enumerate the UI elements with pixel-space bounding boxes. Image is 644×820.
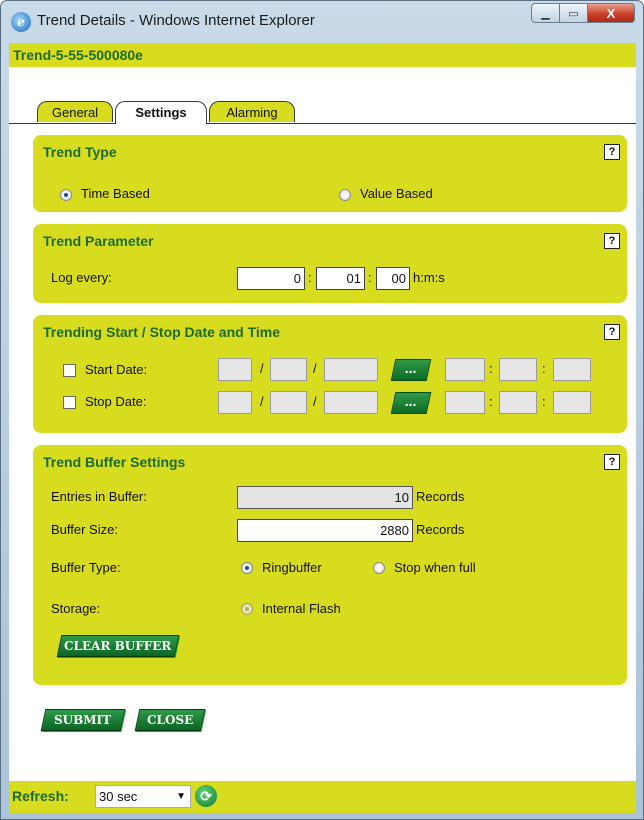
chevron-down-icon: ▼ (176, 791, 186, 802)
buffer-settings-title: Trend Buffer Settings (43, 454, 186, 470)
time-separator: : (542, 361, 546, 376)
title-bar[interactable]: e Trend Details - Windows Internet Explo… (1, 1, 643, 41)
time-based-radio[interactable] (60, 189, 72, 201)
help-icon[interactable]: ? (604, 324, 620, 340)
close-window-button[interactable]: X (587, 3, 635, 23)
start-minute-input (499, 358, 537, 381)
start-date-checkbox[interactable] (63, 364, 76, 377)
date-separator: / (313, 361, 317, 376)
close-button[interactable]: CLOSE (134, 709, 206, 731)
refresh-interval-value: 30 sec (99, 789, 138, 804)
ie-logo-icon: e (11, 12, 31, 32)
object-name: Trend-5-55-500080e (13, 47, 143, 63)
internal-flash-radio (241, 603, 253, 615)
start-hour-input (445, 358, 485, 381)
log-hours-input[interactable]: 0 (237, 267, 305, 290)
colon-separator: : (308, 270, 312, 285)
help-icon[interactable]: ? (604, 454, 620, 470)
buffer-size-label: Buffer Size: (51, 522, 118, 537)
settings-content: Trend Type ? Time Based Value Based Tren… (9, 124, 636, 781)
start-date-label: Start Date: (85, 362, 148, 377)
refresh-bar: Refresh: 30 sec ▼ ⟳ (9, 781, 636, 813)
start-year-input (324, 358, 378, 381)
stop-hour-input (445, 391, 485, 414)
trend-type-panel: Trend Type ? Time Based Value Based (33, 135, 627, 212)
start-month-input (270, 358, 307, 381)
colon-separator: : (368, 270, 372, 285)
object-header: Trend-5-55-500080e (9, 43, 636, 67)
tab-bar: General Settings Alarming (9, 101, 636, 124)
ringbuffer-label: Ringbuffer (262, 560, 322, 575)
minimize-button[interactable]: ▁ (531, 3, 559, 23)
date-separator: / (260, 361, 264, 376)
buffer-settings-panel: Trend Buffer Settings ? Entries in Buffe… (33, 445, 627, 685)
stop-date-picker-button[interactable]: ... (390, 392, 432, 414)
tab-alarming[interactable]: Alarming (209, 101, 295, 122)
start-stop-title: Trending Start / Stop Date and Time (43, 324, 280, 340)
stop-when-full-label: Stop when full (394, 560, 476, 575)
refresh-icon[interactable]: ⟳ (195, 785, 217, 807)
refresh-label: Refresh: (12, 788, 69, 804)
date-separator: / (260, 394, 264, 409)
tab-settings[interactable]: Settings (115, 101, 207, 124)
help-icon[interactable]: ? (604, 144, 620, 160)
storage-label: Storage: (51, 601, 101, 616)
records-unit-label: Records (416, 489, 465, 504)
value-based-label: Value Based (360, 186, 433, 201)
stop-date-checkbox[interactable] (63, 396, 76, 409)
trend-parameter-panel: Trend Parameter ? Log every: 0 : 01 : 00… (33, 224, 627, 303)
time-separator: : (542, 394, 546, 409)
submit-label: SUBMIT (54, 713, 112, 727)
stop-year-input (324, 391, 378, 414)
time-based-label: Time Based (81, 186, 150, 201)
time-separator: : (489, 361, 493, 376)
stop-day-input (218, 391, 252, 414)
start-stop-panel: Trending Start / Stop Date and Time ? St… (33, 315, 627, 433)
stop-second-input (553, 391, 591, 414)
submit-button[interactable]: SUBMIT (40, 709, 126, 731)
start-day-input (218, 358, 252, 381)
entries-in-buffer-value: 10 (237, 486, 413, 509)
log-every-label: Log every: (51, 270, 112, 285)
start-second-input (553, 358, 591, 381)
stop-when-full-radio[interactable] (373, 562, 385, 574)
stop-minute-input (499, 391, 537, 414)
records-unit-label: Records (416, 522, 465, 537)
log-seconds-input[interactable]: 00 (376, 267, 410, 290)
window-title: Trend Details - Windows Internet Explore… (37, 12, 315, 29)
log-minutes-input[interactable]: 01 (316, 267, 365, 290)
help-icon[interactable]: ? (604, 233, 620, 249)
stop-date-label: Stop Date: (85, 394, 147, 409)
page-content: Trend-5-55-500080e General Settings Alar… (9, 43, 636, 813)
maximize-button[interactable]: ▭ (559, 3, 587, 23)
trend-parameter-title: Trend Parameter (43, 233, 154, 249)
window-controls: ▁ ▭ X (531, 3, 635, 27)
start-date-picker-button[interactable]: ... (390, 359, 432, 381)
buffer-type-label: Buffer Type: (51, 560, 121, 575)
hms-unit-label: h:m:s (413, 270, 445, 285)
clear-buffer-label: CLEAR BUFFER (64, 639, 172, 653)
refresh-interval-select[interactable]: 30 sec ▼ (95, 785, 191, 808)
ringbuffer-radio[interactable] (241, 562, 253, 574)
buffer-size-input[interactable]: 2880 (237, 519, 413, 542)
internal-flash-label: Internal Flash (262, 601, 341, 616)
stop-month-input (270, 391, 307, 414)
entries-in-buffer-label: Entries in Buffer: (51, 489, 147, 504)
date-separator: / (313, 394, 317, 409)
time-separator: : (489, 394, 493, 409)
tab-general[interactable]: General (37, 101, 113, 122)
trend-type-title: Trend Type (43, 144, 117, 160)
browser-window: e Trend Details - Windows Internet Explo… (0, 0, 644, 820)
clear-buffer-button[interactable]: CLEAR BUFFER (56, 635, 180, 657)
value-based-radio[interactable] (339, 189, 351, 201)
close-label: CLOSE (146, 713, 194, 727)
